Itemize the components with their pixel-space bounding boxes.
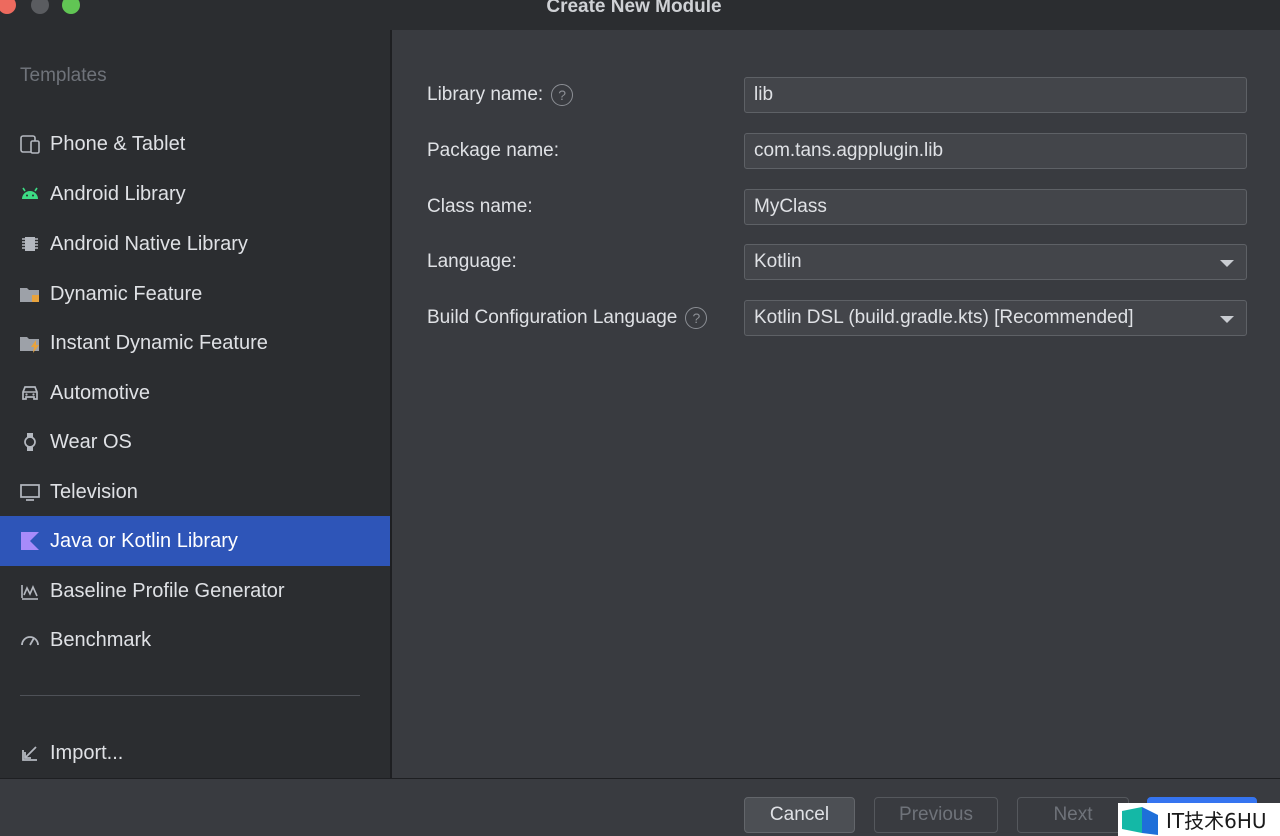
import-icon <box>19 742 41 764</box>
class-name-input[interactable]: MyClass <box>744 189 1247 225</box>
sidebar-item-label: Instant Dynamic Feature <box>50 331 268 354</box>
watermark: IT技术6HU <box>1118 803 1280 836</box>
sidebar-item-label: Wear OS <box>50 430 132 453</box>
sidebar-item-wear-os[interactable]: Wear OS <box>0 417 390 467</box>
tv-icon <box>19 481 41 503</box>
android-icon <box>19 183 41 205</box>
gauge-icon <box>19 629 41 651</box>
sidebar-item-television[interactable]: Television <box>0 467 390 517</box>
library-name-value: lib <box>754 84 774 105</box>
sidebar-item-label: Android Native Library <box>50 232 248 255</box>
watermark-logo-icon <box>1122 806 1158 835</box>
build-config-language-label: Build Configuration Language ? <box>427 300 708 336</box>
templates-sidebar: Templates Phone & Tablet Android Library… <box>0 30 390 778</box>
previous-button[interactable]: Previous <box>874 797 998 833</box>
class-name-value: MyClass <box>754 196 827 217</box>
phone-tablet-icon <box>19 133 41 155</box>
chevron-down-icon <box>1220 260 1234 267</box>
import-label: Import... <box>50 741 124 764</box>
folder-lightning-icon <box>19 332 41 354</box>
sidebar-item-label: Android Library <box>50 182 186 205</box>
sidebar-item-android-library[interactable]: Android Library <box>0 169 390 219</box>
sidebar-item-baseline-profile-generator[interactable]: Baseline Profile Generator <box>0 566 390 616</box>
sidebar-divider <box>20 695 360 696</box>
sidebar-item-phone-tablet[interactable]: Phone & Tablet <box>0 119 390 169</box>
sidebar-item-java-kotlin-library[interactable]: Java or Kotlin Library <box>0 516 390 566</box>
package-name-value: com.tans.agpplugin.lib <box>754 140 944 161</box>
language-value: Kotlin <box>754 251 802 272</box>
build-config-language-value: Kotlin DSL (build.gradle.kts) [Recommend… <box>754 307 1134 328</box>
sidebar-item-instant-dynamic-feature[interactable]: Instant Dynamic Feature <box>0 318 390 368</box>
package-name-label: Package name: <box>427 133 559 169</box>
chevron-down-icon <box>1220 316 1234 323</box>
library-name-label: Library name: ? <box>427 77 574 113</box>
sidebar-item-label: Automotive <box>50 381 151 404</box>
sidebar-item-label: Baseline Profile Generator <box>50 579 285 602</box>
import-button[interactable]: Import... <box>0 728 390 778</box>
sidebar-item-label: Benchmark <box>50 628 152 651</box>
library-name-input[interactable]: lib <box>744 77 1247 113</box>
language-label-text: Language: <box>427 251 517 272</box>
language-dropdown[interactable]: Kotlin <box>744 244 1247 280</box>
help-icon[interactable]: ? <box>551 84 574 106</box>
sidebar-item-automotive[interactable]: Automotive <box>0 368 390 418</box>
package-name-label-text: Package name: <box>427 140 560 161</box>
title-bar: Create New Module <box>0 0 1280 30</box>
build-config-language-dropdown[interactable]: Kotlin DSL (build.gradle.kts) [Recommend… <box>744 300 1247 336</box>
kotlin-icon <box>19 530 41 552</box>
window-title: Create New Module <box>546 0 722 17</box>
class-name-label: Class name: <box>427 189 533 225</box>
sidebar-item-dynamic-feature[interactable]: Dynamic Feature <box>0 269 390 319</box>
next-button[interactable]: Next <box>1017 797 1129 833</box>
build-config-language-label-text: Build Configuration Language <box>427 307 678 328</box>
folder-module-icon <box>19 283 41 305</box>
library-name-label-text: Library name: <box>427 84 544 105</box>
class-name-label-text: Class name: <box>427 196 533 217</box>
sidebar-item-android-native-library[interactable]: Android Native Library <box>0 219 390 269</box>
car-icon <box>19 382 41 404</box>
package-name-input[interactable]: com.tans.agpplugin.lib <box>744 133 1247 169</box>
baseline-profile-icon <box>19 580 41 602</box>
help-icon[interactable]: ? <box>685 307 708 329</box>
watermark-text: IT技术6HU <box>1166 809 1267 833</box>
cancel-button[interactable]: Cancel <box>744 797 855 833</box>
watch-icon <box>19 431 41 453</box>
chip-icon <box>19 233 41 255</box>
sidebar-item-label: Java or Kotlin Library <box>50 529 238 552</box>
sidebar-item-label: Phone & Tablet <box>50 132 186 155</box>
sidebar-item-benchmark[interactable]: Benchmark <box>0 615 390 665</box>
templates-heading: Templates <box>20 65 107 86</box>
sidebar-item-label: Television <box>50 480 138 503</box>
sidebar-item-label: Dynamic Feature <box>50 282 203 305</box>
language-label: Language: <box>427 244 517 280</box>
